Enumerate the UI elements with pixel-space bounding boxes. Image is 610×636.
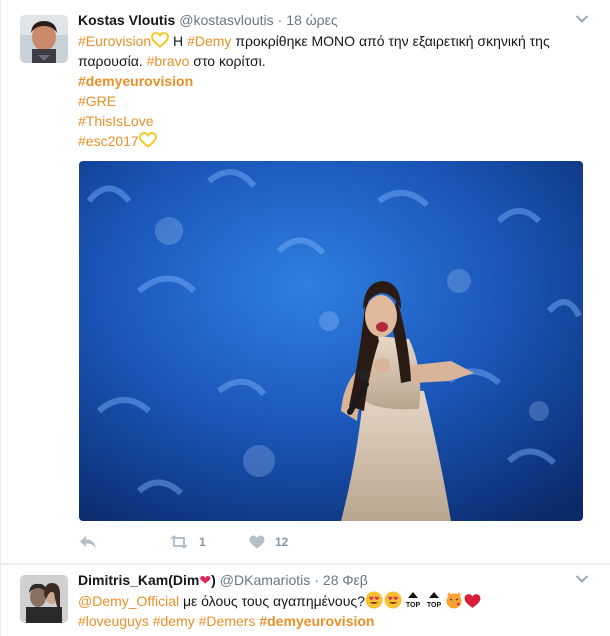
timeline: Kostas Vloutis @kostasvloutis · 18 ώρες #Eu… — [0, 0, 610, 636]
tweet-text: @Demy_Official με όλους τους αγαπημένους… — [78, 591, 583, 631]
separator-dot: · — [277, 12, 283, 28]
author-username[interactable]: @kostasvloutis — [179, 12, 273, 28]
tweet-actions: 1 12 — [79, 532, 329, 552]
avatar[interactable] — [20, 15, 68, 63]
tweet[interactable]: Kostas Vloutis @kostasvloutis · 18 ώρες #Eu… — [1, 0, 610, 563]
hashtag-link[interactable]: #demy — [153, 613, 195, 629]
chevron-down-icon[interactable] — [575, 574, 589, 584]
tweet-text-segment: στο κορίτσι. — [193, 53, 266, 69]
retweet-count: 1 — [199, 535, 206, 549]
author-name[interactable]: Dimitris_Kam(Dim❤) — [78, 572, 216, 588]
tweet-text: #Eurovision Η #Demy προκρίθηκε ΜΟΝΟ από … — [78, 31, 583, 151]
author-username[interactable]: @DKamariotis — [220, 572, 310, 588]
hashtag-link[interactable]: #loveuguys — [78, 613, 149, 629]
author-name-close: ) — [211, 572, 216, 588]
red-heart-icon — [464, 594, 481, 608]
reply-icon — [80, 536, 96, 548]
retweet-icon — [170, 535, 188, 549]
like-count: 12 — [275, 535, 289, 549]
retweet-button[interactable]: 1 — [169, 535, 249, 549]
separator-dot: · — [314, 572, 319, 588]
timestamp[interactable]: 28 Φεβ — [323, 572, 368, 588]
heart-eyes-emoji-icon — [365, 591, 383, 609]
hashtag-link[interactable]: #demyeurovision — [78, 73, 193, 89]
hashtag-link[interactable]: #bravo — [147, 53, 190, 69]
hashtag-link[interactable]: #GRE — [78, 93, 116, 109]
timestamp[interactable]: 18 ώρες — [286, 12, 337, 28]
tweet-text-segment: Η — [173, 33, 184, 49]
top-arrow-emoji-icon: TOP — [406, 592, 421, 609]
tweet-text-segment: παρουσία. — [78, 53, 143, 69]
hashtag-link[interactable]: #Eurovision — [78, 33, 151, 49]
mention-link[interactable]: @Demy_Official — [78, 593, 179, 609]
top-label: TOP — [406, 602, 421, 609]
heart-eyes-emoji-icon — [384, 591, 402, 609]
avatar[interactable] — [20, 575, 68, 623]
tweet-header: Dimitris_Kam(Dim❤) @DKamariotis · 28 Φεβ — [78, 571, 368, 589]
tweet-photo[interactable] — [79, 161, 583, 521]
yellow-heart-icon — [138, 132, 157, 148]
tweet-text-segment: με όλους τους αγαπημένους? — [182, 593, 365, 609]
hashtag-link[interactable]: #Demers — [199, 613, 256, 629]
top-arrow-emoji-icon: TOP — [427, 592, 442, 609]
kissing-cat-emoji-icon — [446, 592, 462, 609]
tweet-header: Kostas Vloutis @kostasvloutis · 18 ώρες — [78, 11, 338, 29]
tweet[interactable]: Dimitris_Kam(Dim❤) @DKamariotis · 28 Φεβ @D… — [1, 565, 610, 636]
hashtag-link[interactable]: #ThisIsLove — [78, 113, 153, 129]
hashtag-link[interactable]: #demyeurovision — [259, 613, 374, 629]
reply-button[interactable] — [79, 535, 169, 549]
top-label: TOP — [427, 602, 442, 609]
yellow-heart-icon — [151, 32, 170, 48]
red-heart-icon: ❤ — [199, 572, 212, 588]
like-icon — [249, 535, 265, 549]
hashtag-link[interactable]: #esc2017 — [78, 133, 139, 149]
hashtag-link[interactable]: #Demy — [187, 33, 231, 49]
chevron-down-icon[interactable] — [575, 14, 589, 24]
author-name[interactable]: Kostas Vloutis — [78, 12, 175, 28]
tweet-text-segment: προκρίθηκε ΜΟΝΟ από την εξαιρετική σκηνι… — [235, 33, 550, 49]
like-button[interactable]: 12 — [249, 535, 329, 549]
author-name-text: Dimitris_Kam(Dim — [78, 572, 200, 588]
